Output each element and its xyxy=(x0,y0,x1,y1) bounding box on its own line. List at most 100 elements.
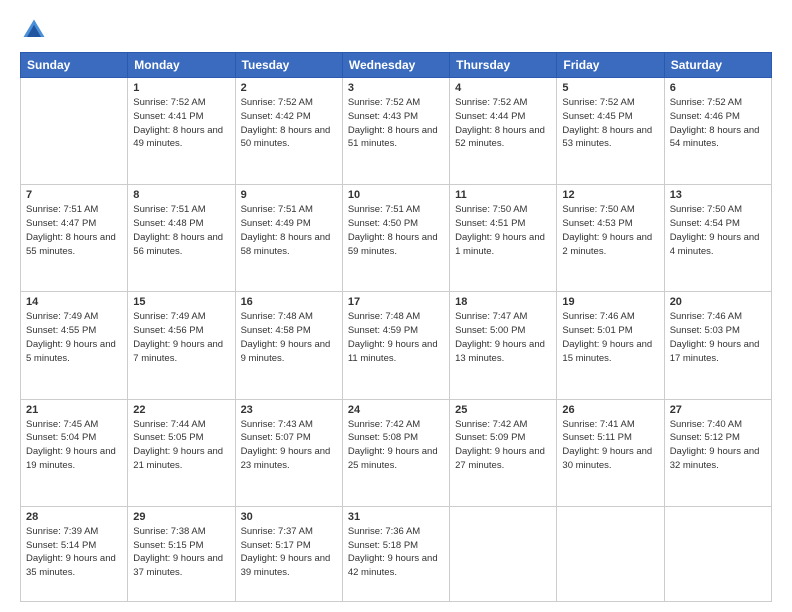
weekday-header-friday: Friday xyxy=(557,53,664,78)
calendar-table: SundayMondayTuesdayWednesdayThursdayFrid… xyxy=(20,52,772,602)
day-info: Sunrise: 7:38 AMSunset: 5:15 PMDaylight:… xyxy=(133,525,229,580)
day-number: 4 xyxy=(455,82,551,94)
day-info: Sunrise: 7:49 AMSunset: 4:56 PMDaylight:… xyxy=(133,310,229,365)
calendar-cell: 7 Sunrise: 7:51 AMSunset: 4:47 PMDaylight… xyxy=(21,185,128,292)
weekday-header-wednesday: Wednesday xyxy=(342,53,449,78)
day-number: 19 xyxy=(562,296,658,308)
day-number: 11 xyxy=(455,189,551,201)
day-info: Sunrise: 7:42 AMSunset: 5:09 PMDaylight:… xyxy=(455,418,551,473)
day-info: Sunrise: 7:49 AMSunset: 4:55 PMDaylight:… xyxy=(26,310,122,365)
calendar-cell: 20Sunrise: 7:46 AMSunset: 5:03 PMDayligh… xyxy=(664,292,771,399)
week-row-3: 14 Sunrise: 7:49 AMSunset: 4:55 PMDayligh… xyxy=(21,292,772,399)
day-number: 5 xyxy=(562,82,658,94)
calendar-cell: 30 Sunrise: 7:37 AMSunset: 5:17 PMDayligh… xyxy=(235,506,342,601)
day-info: Sunrise: 7:47 AMSunset: 5:00 PMDaylight:… xyxy=(455,310,551,365)
weekday-header-monday: Monday xyxy=(128,53,235,78)
calendar-cell: 31 Sunrise: 7:36 AMSunset: 5:18 PMDayligh… xyxy=(342,506,449,601)
calendar-cell: 21 Sunrise: 7:45 AMSunset: 5:04 PMDayligh… xyxy=(21,399,128,506)
calendar-cell: 4 Sunrise: 7:52 AMSunset: 4:44 PMDaylight… xyxy=(450,78,557,185)
day-number: 30 xyxy=(241,511,337,523)
day-info: Sunrise: 7:39 AMSunset: 5:14 PMDaylight:… xyxy=(26,525,122,580)
calendar-cell: 17Sunrise: 7:48 AMSunset: 4:59 PMDayligh… xyxy=(342,292,449,399)
day-info: Sunrise: 7:50 AMSunset: 4:54 PMDaylight:… xyxy=(670,203,766,258)
calendar-cell: 22 Sunrise: 7:44 AMSunset: 5:05 PMDayligh… xyxy=(128,399,235,506)
logo-icon xyxy=(20,16,48,44)
calendar-cell: 2 Sunrise: 7:52 AMSunset: 4:42 PMDaylight… xyxy=(235,78,342,185)
day-info: Sunrise: 7:46 AMSunset: 5:03 PMDaylight:… xyxy=(670,310,766,365)
day-number: 28 xyxy=(26,511,122,523)
day-number: 25 xyxy=(455,404,551,416)
day-number: 13 xyxy=(670,189,766,201)
day-info: Sunrise: 7:45 AMSunset: 5:04 PMDaylight:… xyxy=(26,418,122,473)
day-info: Sunrise: 7:52 AMSunset: 4:46 PMDaylight:… xyxy=(670,96,766,151)
day-info: Sunrise: 7:51 AMSunset: 4:47 PMDaylight:… xyxy=(26,203,122,258)
week-row-1: 1Sunrise: 7:52 AMSunset: 4:41 PMDaylight… xyxy=(21,78,772,185)
week-row-4: 21 Sunrise: 7:45 AMSunset: 5:04 PMDayligh… xyxy=(21,399,772,506)
calendar-cell: 10Sunrise: 7:51 AMSunset: 4:50 PMDayligh… xyxy=(342,185,449,292)
calendar-cell: 12 Sunrise: 7:50 AMSunset: 4:53 PMDayligh… xyxy=(557,185,664,292)
calendar-cell: 15 Sunrise: 7:49 AMSunset: 4:56 PMDayligh… xyxy=(128,292,235,399)
calendar-cell xyxy=(557,506,664,601)
day-number: 29 xyxy=(133,511,229,523)
calendar-cell: 28 Sunrise: 7:39 AMSunset: 5:14 PMDayligh… xyxy=(21,506,128,601)
day-number: 18 xyxy=(455,296,551,308)
day-number: 8 xyxy=(133,189,229,201)
day-info: Sunrise: 7:51 AMSunset: 4:49 PMDaylight:… xyxy=(241,203,337,258)
day-number: 14 xyxy=(26,296,122,308)
day-number: 24 xyxy=(348,404,444,416)
calendar-cell: 27 Sunrise: 7:40 AMSunset: 5:12 PMDayligh… xyxy=(664,399,771,506)
calendar-cell: 25 Sunrise: 7:42 AMSunset: 5:09 PMDayligh… xyxy=(450,399,557,506)
calendar-cell: 6Sunrise: 7:52 AMSunset: 4:46 PMDaylight… xyxy=(664,78,771,185)
day-info: Sunrise: 7:43 AMSunset: 5:07 PMDaylight:… xyxy=(241,418,337,473)
calendar-cell: 29 Sunrise: 7:38 AMSunset: 5:15 PMDayligh… xyxy=(128,506,235,601)
day-info: Sunrise: 7:44 AMSunset: 5:05 PMDaylight:… xyxy=(133,418,229,473)
day-info: Sunrise: 7:42 AMSunset: 5:08 PMDaylight:… xyxy=(348,418,444,473)
calendar-cell: 16 Sunrise: 7:48 AMSunset: 4:58 PMDayligh… xyxy=(235,292,342,399)
day-info: Sunrise: 7:37 AMSunset: 5:17 PMDaylight:… xyxy=(241,525,337,580)
calendar-cell: 9 Sunrise: 7:51 AMSunset: 4:49 PMDaylight… xyxy=(235,185,342,292)
day-number: 3 xyxy=(348,82,444,94)
weekday-header-saturday: Saturday xyxy=(664,53,771,78)
day-info: Sunrise: 7:50 AMSunset: 4:51 PMDaylight:… xyxy=(455,203,551,258)
calendar-cell: 24 Sunrise: 7:42 AMSunset: 5:08 PMDayligh… xyxy=(342,399,449,506)
calendar-cell: 1Sunrise: 7:52 AMSunset: 4:41 PMDaylight… xyxy=(128,78,235,185)
weekday-header-sunday: Sunday xyxy=(21,53,128,78)
calendar-cell xyxy=(21,78,128,185)
day-number: 21 xyxy=(26,404,122,416)
calendar-cell: 14 Sunrise: 7:49 AMSunset: 4:55 PMDayligh… xyxy=(21,292,128,399)
day-info: Sunrise: 7:52 AMSunset: 4:44 PMDaylight:… xyxy=(455,96,551,151)
day-number: 26 xyxy=(562,404,658,416)
calendar-header: SundayMondayTuesdayWednesdayThursdayFrid… xyxy=(21,53,772,78)
day-number: 7 xyxy=(26,189,122,201)
calendar-cell xyxy=(664,506,771,601)
calendar-cell: 18 Sunrise: 7:47 AMSunset: 5:00 PMDayligh… xyxy=(450,292,557,399)
day-number: 31 xyxy=(348,511,444,523)
day-info: Sunrise: 7:48 AMSunset: 4:58 PMDaylight:… xyxy=(241,310,337,365)
day-number: 10 xyxy=(348,189,444,201)
day-number: 22 xyxy=(133,404,229,416)
day-info: Sunrise: 7:52 AMSunset: 4:43 PMDaylight:… xyxy=(348,96,444,151)
calendar-cell: 23Sunrise: 7:43 AMSunset: 5:07 PMDayligh… xyxy=(235,399,342,506)
calendar-body: 1Sunrise: 7:52 AMSunset: 4:41 PMDaylight… xyxy=(21,78,772,602)
weekday-header-tuesday: Tuesday xyxy=(235,53,342,78)
day-info: Sunrise: 7:46 AMSunset: 5:01 PMDaylight:… xyxy=(562,310,658,365)
day-info: Sunrise: 7:48 AMSunset: 4:59 PMDaylight:… xyxy=(348,310,444,365)
day-info: Sunrise: 7:36 AMSunset: 5:18 PMDaylight:… xyxy=(348,525,444,580)
calendar-cell: 3 Sunrise: 7:52 AMSunset: 4:43 PMDaylight… xyxy=(342,78,449,185)
day-number: 16 xyxy=(241,296,337,308)
day-number: 15 xyxy=(133,296,229,308)
day-number: 1 xyxy=(133,82,229,94)
day-info: Sunrise: 7:50 AMSunset: 4:53 PMDaylight:… xyxy=(562,203,658,258)
day-number: 27 xyxy=(670,404,766,416)
calendar-cell: 8Sunrise: 7:51 AMSunset: 4:48 PMDaylight… xyxy=(128,185,235,292)
weekday-header-thursday: Thursday xyxy=(450,53,557,78)
day-info: Sunrise: 7:40 AMSunset: 5:12 PMDaylight:… xyxy=(670,418,766,473)
day-number: 2 xyxy=(241,82,337,94)
day-number: 9 xyxy=(241,189,337,201)
calendar-cell: 5Sunrise: 7:52 AMSunset: 4:45 PMDaylight… xyxy=(557,78,664,185)
week-row-2: 7 Sunrise: 7:51 AMSunset: 4:47 PMDaylight… xyxy=(21,185,772,292)
calendar-cell: 11 Sunrise: 7:50 AMSunset: 4:51 PMDayligh… xyxy=(450,185,557,292)
day-number: 12 xyxy=(562,189,658,201)
page: SundayMondayTuesdayWednesdayThursdayFrid… xyxy=(0,0,792,612)
day-info: Sunrise: 7:52 AMSunset: 4:42 PMDaylight:… xyxy=(241,96,337,151)
